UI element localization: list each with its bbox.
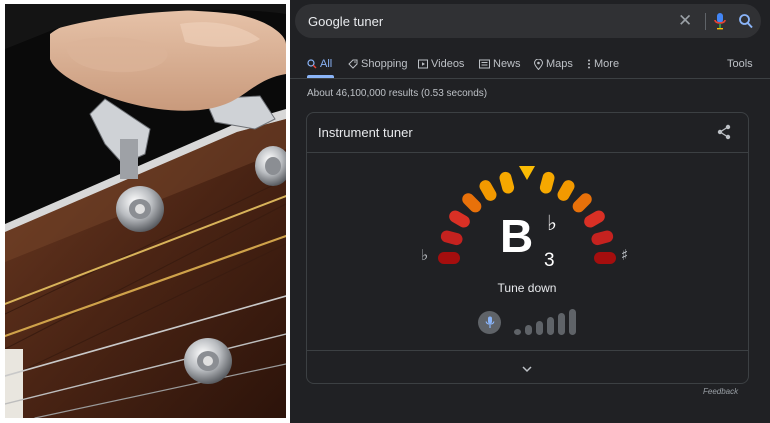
tag-icon (348, 59, 358, 69)
tuner-arc-segment (479, 180, 497, 201)
tuner-arc-segment (591, 230, 614, 246)
card-header-divider (307, 152, 748, 153)
guitar-headstock-photo (5, 4, 286, 418)
share-icon[interactable] (716, 124, 732, 145)
tab-news[interactable]: News (479, 58, 521, 70)
chevron-down-icon[interactable] (521, 360, 533, 378)
search-input[interactable]: Google tuner (308, 14, 383, 29)
tuner-arc-segment (584, 210, 605, 228)
map-pin-icon (534, 58, 543, 70)
mic-level-meter (514, 309, 576, 335)
mic-level-bar (536, 321, 543, 335)
tab-shopping[interactable]: Shopping (348, 58, 408, 70)
search-icon[interactable] (738, 12, 754, 35)
mic-level-bar (558, 313, 565, 335)
search-bar[interactable]: Google tuner ✕ (295, 4, 761, 38)
mic-level-bar (525, 325, 532, 335)
search-divider (705, 13, 706, 30)
search-icon (307, 59, 317, 69)
tuner-arc-segment (438, 252, 460, 264)
tuner-dial: ♭ ♯ B ♭ 3 (421, 166, 628, 271)
card-footer-divider (307, 350, 748, 351)
clear-icon[interactable]: ✕ (678, 11, 692, 31)
tuner-mic-button[interactable] (478, 311, 501, 334)
tuner-arc-segment (557, 180, 575, 201)
note-accidental: ♭ (547, 211, 557, 235)
detected-note: B (500, 210, 533, 262)
tuner-arc-segment (572, 193, 592, 213)
tabs-divider (290, 78, 770, 79)
play-icon (418, 59, 428, 69)
tab-videos[interactable]: Videos (418, 58, 464, 70)
tuner-arc-segment (449, 210, 470, 228)
tuning-status: Tune down (497, 281, 557, 295)
flat-label: ♭ (421, 246, 428, 264)
results-stats: About 46,100,000 results (0.53 seconds) (307, 88, 488, 99)
note-octave: 3 (544, 250, 555, 271)
tab-more[interactable]: More (587, 58, 619, 70)
tuner-arc-segment (462, 193, 482, 213)
card-title: Instrument tuner (318, 125, 413, 140)
feedback-link[interactable]: Feedback (703, 387, 738, 396)
newspaper-icon (479, 59, 490, 69)
mic-level-bar (514, 329, 521, 335)
tuner-arc-segment (499, 171, 515, 194)
tab-all[interactable]: All (307, 58, 332, 70)
tuner-arc-segment (594, 252, 616, 264)
tuner-arc-segment (440, 230, 463, 246)
mic-level-bar (547, 317, 554, 335)
mic-level-bar (569, 309, 576, 335)
tab-maps[interactable]: Maps (534, 58, 573, 70)
sharp-label: ♯ (621, 246, 628, 264)
instrument-tuner-card: Instrument tuner ♭ ♯ B ♭ 3 Tune down (306, 112, 749, 384)
tools-button[interactable]: Tools (727, 58, 753, 70)
mic-icon[interactable] (713, 12, 727, 35)
pitch-indicator (519, 166, 535, 180)
tuner-arc-segment (539, 171, 555, 194)
more-icon (588, 59, 590, 69)
mic-icon (485, 316, 494, 328)
search-results-screen: Google tuner ✕ All Shopping Videos News … (290, 0, 770, 423)
